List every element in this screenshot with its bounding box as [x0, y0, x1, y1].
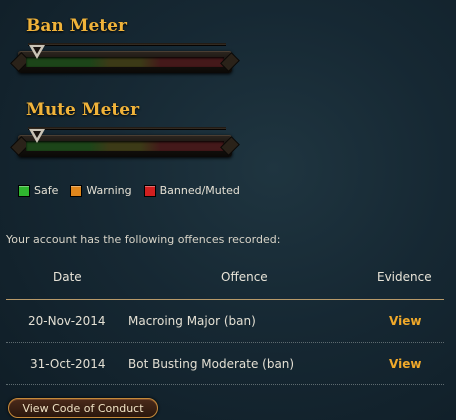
ban-meter-rail [28, 43, 226, 45]
row-offence: Macroing Major (ban) [128, 314, 256, 328]
legend-label-warning: Warning [86, 184, 132, 197]
view-evidence-link[interactable]: View [389, 357, 421, 371]
legend-item-safe: Safe [18, 184, 58, 197]
mute-meter-title: Mute Meter [26, 100, 140, 120]
legend-item-banned-muted: Banned/Muted [143, 184, 240, 197]
row-offence: Bot Busting Moderate (ban) [128, 357, 295, 371]
legend-label-safe: Safe [34, 184, 59, 197]
meter-legend: Safe Warning Banned/Muted [18, 184, 252, 197]
table-header-divider [6, 299, 444, 300]
column-header-date: Date [53, 270, 82, 284]
mute-meter-track [26, 141, 224, 151]
row-divider [6, 342, 444, 343]
ban-meter-track [26, 57, 224, 67]
ban-meter-title: Ban Meter [26, 16, 127, 36]
view-code-of-conduct-button[interactable]: View Code of Conduct [8, 398, 158, 418]
row-date: 31-Oct-2014 [30, 357, 106, 371]
row-divider [6, 384, 444, 385]
legend-item-warning: Warning [70, 184, 132, 197]
legend-label-banned-muted: Banned/Muted [159, 184, 240, 197]
warning-swatch-icon [70, 184, 83, 197]
ban-meter-pointer-icon [29, 45, 45, 59]
column-header-offence: Offence [221, 270, 268, 284]
offences-intro-text: Your account has the following offences … [6, 233, 281, 246]
mute-meter-rail [28, 127, 226, 129]
mute-meter [18, 129, 232, 157]
banned-swatch-icon [143, 184, 156, 197]
safe-swatch-icon [18, 184, 30, 197]
view-evidence-link[interactable]: View [389, 314, 421, 328]
row-date: 20-Nov-2014 [28, 314, 106, 328]
column-header-evidence: Evidence [377, 270, 432, 284]
ban-meter [18, 45, 232, 73]
mute-meter-pointer-icon [29, 129, 45, 143]
